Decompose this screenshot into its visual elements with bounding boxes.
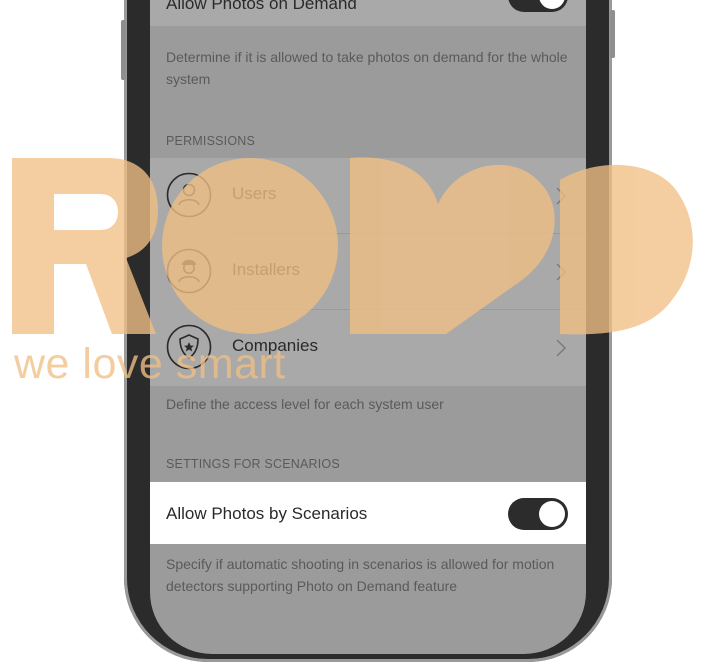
allow-photos-by-scenarios-row[interactable]: Allow Photos by Scenarios	[150, 482, 586, 544]
user-icon	[166, 172, 212, 218]
allow-photos-on-demand-label: Allow Photos on Demand	[166, 0, 357, 13]
permission-item-users[interactable]: Users	[150, 158, 586, 234]
allow-photos-by-scenarios-toggle[interactable]	[508, 498, 568, 530]
scenarios-description: Specify if automatic shooting in scenari…	[166, 556, 555, 594]
permission-label-installers: Installers	[232, 260, 301, 279]
allow-photos-by-scenarios-label: Allow Photos by Scenarios	[166, 504, 368, 523]
allow-photos-on-demand-row[interactable]: Allow Photos on Demand	[150, 0, 586, 26]
scenarios-section-title: SETTINGS FOR SCENARIOS	[166, 457, 340, 471]
phone-screen: Allow Photos on Demand Determine if it i…	[150, 0, 586, 654]
permissions-description: Define the access level for each system …	[166, 396, 444, 412]
installer-icon	[166, 248, 212, 294]
phone-side-button-left	[121, 20, 126, 80]
permission-label-users: Users	[232, 184, 277, 203]
permissions-section-title: PERMISSIONS	[166, 134, 256, 148]
company-shield-icon	[166, 324, 212, 370]
permissions-list: Users Installers Companies	[150, 158, 586, 386]
allow-photos-on-demand-toggle[interactable]	[508, 0, 568, 12]
toggle-knob	[539, 501, 565, 527]
phone-side-button-right	[610, 10, 615, 58]
permission-item-installers[interactable]: Installers	[150, 234, 586, 310]
permission-item-companies[interactable]: Companies	[150, 310, 586, 386]
toggle-knob	[539, 0, 565, 9]
chevron-right-icon	[556, 263, 567, 281]
chevron-right-icon	[556, 339, 567, 357]
permission-label-companies: Companies	[232, 336, 318, 355]
chevron-right-icon	[556, 187, 567, 205]
photos-on-demand-description: Determine if it is allowed to take photo…	[166, 49, 568, 87]
